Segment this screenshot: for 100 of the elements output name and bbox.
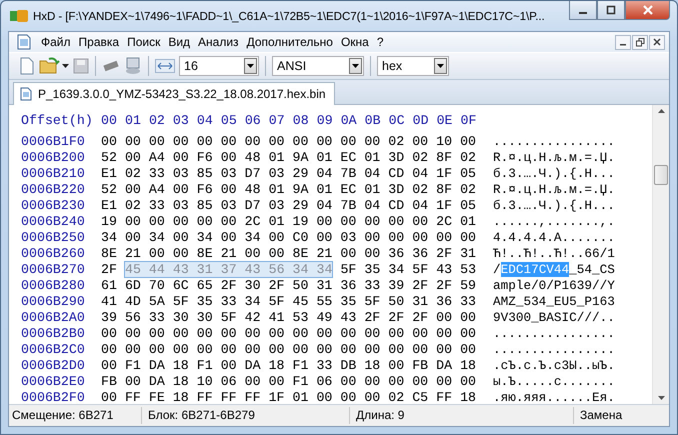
close-button[interactable] <box>625 1 670 20</box>
text-dump: ................ <box>493 342 615 356</box>
column-header: 05 <box>220 112 237 128</box>
offset-label: 0006B2C0 <box>21 342 86 356</box>
minimize-button[interactable] <box>569 1 597 20</box>
hex-bytes: 52 00 A4 00 F6 00 48 01 9A 01 EC 01 3D 02 8F 02 <box>101 150 476 164</box>
scrollbar[interactable] <box>652 105 669 404</box>
column-header: 0A <box>340 112 357 128</box>
offset-label: 0006B2B0 <box>21 326 86 340</box>
column-header: 08 <box>292 112 309 128</box>
offset-label: 0006B2F0 <box>21 390 86 404</box>
status-text: Смещение: 6B271 <box>9 407 142 424</box>
column-header: 01 <box>124 112 141 128</box>
hex-bytes: 00 00 00 00 00 00 00 00 00 00 00 00 00 00 00 00 <box>101 342 476 356</box>
scrollbar-thumb[interactable] <box>654 165 668 185</box>
caret-icon <box>247 64 254 68</box>
menu-item[interactable]: Поиск <box>123 34 164 50</box>
hex-bytes: 52 00 A4 00 F6 00 48 01 9A 01 EC 01 3D 02 8F 02 <box>101 182 476 196</box>
text-dump: ................ <box>493 326 615 340</box>
text-dump: .сЪ.с.Ъ.с3Ы..ыЪ. <box>493 358 615 372</box>
column-header: 06 <box>244 112 261 128</box>
text-dump: б.3.….Ч.).{.Н... <box>493 198 615 212</box>
offset-label: 0006B260 <box>21 246 86 260</box>
column-header: 0D <box>412 112 429 128</box>
new-file-icon[interactable] <box>19 57 35 75</box>
column-header: 0B <box>364 112 381 128</box>
offset-label: 0006B2D0 <box>21 358 86 372</box>
caret-icon[interactable] <box>62 64 69 68</box>
text-dump: 4.4.4.4.А....... <box>493 230 615 244</box>
hex-bytes: 8E 21 00 00 8E 21 00 00 8E 21 00 00 36 36 2F 31 <box>101 246 476 260</box>
offset-label: 0006B1F0 <box>21 134 86 148</box>
offset-label: 0006B2A0 <box>21 310 86 324</box>
text-dump: .яю.яяя......Ея. <box>493 390 615 404</box>
offset-label: 0006B230 <box>21 198 86 212</box>
text-dump: _54_CS <box>569 262 615 276</box>
close-button[interactable] <box>649 34 665 50</box>
offset-label: 0006B200 <box>21 150 86 164</box>
menu-item[interactable]: Файл <box>37 34 75 50</box>
text-dump: 9V300_BASIC///.. <box>493 310 615 324</box>
column-header: 0C <box>388 112 405 128</box>
offset-label: 0006B240 <box>21 214 86 228</box>
app-icon <box>10 9 28 23</box>
close-icon <box>653 38 661 46</box>
menu-item[interactable]: Вид <box>164 34 194 50</box>
hex-bytes: 34 00 34 00 34 00 34 00 C0 00 03 00 00 00 00 00 <box>101 230 476 244</box>
file-tab[interactable]: P_1639.3.0.0_YMZ-53423_S3.22_18.08.2017.hex.bin <box>13 82 335 105</box>
status-text: Блок: 6B271-6B279 <box>142 407 350 424</box>
caret-icon <box>437 64 444 68</box>
charset-dropdown[interactable]: ANSI <box>272 56 364 76</box>
scroll-up-arrow[interactable] <box>658 109 664 113</box>
column-header: Offset(h) <box>21 112 94 128</box>
menu-item[interactable]: Дополнительно <box>242 34 337 50</box>
bytes-per-row-dropdown[interactable]: 16 <box>179 56 259 76</box>
maximize-button[interactable] <box>597 1 625 20</box>
minimize-button[interactable] <box>615 34 631 50</box>
status-text: Замена <box>579 407 624 424</box>
maximize-icon <box>606 5 616 15</box>
window-title: HxD - [F:\YANDEX~1\7496~1\FADD~1\_C61A~1\72B5~1\EDC7(1~1\2016~1\F97A~1\EDC17C~1\P... <box>33 10 545 22</box>
offset-label: 0006B2E0 <box>21 374 86 388</box>
hex-bytes: 00 00 00 00 00 00 00 00 00 00 00 00 02 00 10 00 <box>101 134 476 148</box>
menu-item[interactable]: Анализ <box>194 34 243 50</box>
restore-button[interactable] <box>632 34 648 50</box>
selected-bytes: 45 44 43 31 37 43 56 34 34 <box>124 262 332 276</box>
column-header: 0F <box>460 112 476 128</box>
offset-label: 0006B270 <box>21 262 86 276</box>
document-icon[interactable] <box>17 34 31 50</box>
scroll-down-arrow[interactable] <box>658 396 664 400</box>
text-dump: AMZ_534_EU5_P163 <box>493 294 615 308</box>
offset-label: 0006B250 <box>21 230 86 244</box>
document-icon <box>20 87 32 101</box>
hex-bytes: E1 02 33 03 85 03 D7 03 29 04 7B 04 CD 04 1F 05 <box>101 198 476 212</box>
close-icon <box>642 5 654 15</box>
menu-item[interactable]: ? <box>372 34 388 50</box>
text-dump: ......,.......,. <box>493 214 615 228</box>
text-dump: R.¤.ц.H.љ.м.=.Џ. <box>493 150 615 164</box>
column-header: 07 <box>268 112 285 128</box>
offset-base-dropdown[interactable]: hex <box>377 56 449 76</box>
column-header: 04 <box>196 112 213 128</box>
menu-item[interactable]: Правка <box>74 34 124 50</box>
menu-item[interactable]: Окна <box>336 34 373 50</box>
offset-label: 0006B210 <box>21 166 86 180</box>
column-header: 02 <box>148 112 165 128</box>
text-dump: ample/0/P1639//Y <box>493 278 615 292</box>
hex-bytes: 39 56 33 30 30 5F 42 41 53 49 43 2F 2F 2F 00 00 <box>101 310 476 324</box>
hex-bytes: 00 00 00 00 00 00 00 00 00 00 00 00 00 00 00 00 <box>101 326 476 340</box>
disk-icon[interactable] <box>124 57 142 75</box>
text-dump: ы.Ъ.....с....... <box>493 374 615 388</box>
column-header: 09 <box>316 112 333 128</box>
offset-label: 0006B290 <box>21 294 86 308</box>
width-arrows-icon[interactable] <box>155 59 175 73</box>
minimize-icon <box>579 12 587 14</box>
column-header: 00 <box>101 112 117 128</box>
hex-bytes: 41 4D 5A 5F 35 33 34 5F 45 55 35 5F 50 31 36 33 <box>101 294 476 308</box>
offset-label: 0006B280 <box>21 278 86 292</box>
hex-bytes: 00 F1 DA 18 F1 00 DA 18 F1 33 DB 18 00 FB DA 18 <box>101 358 476 372</box>
text-dump: ................ <box>493 134 615 148</box>
hex-bytes: E1 02 33 03 85 03 D7 03 29 04 7B 04 CD 04 1F 05 <box>101 166 476 180</box>
text-dump: / <box>493 262 501 276</box>
text-dump: б.3.….Ч.).{.Н... <box>493 166 615 180</box>
hex-bytes: 19 00 00 00 00 00 2C 01 19 00 00 00 00 00 2C 01 <box>101 214 476 228</box>
